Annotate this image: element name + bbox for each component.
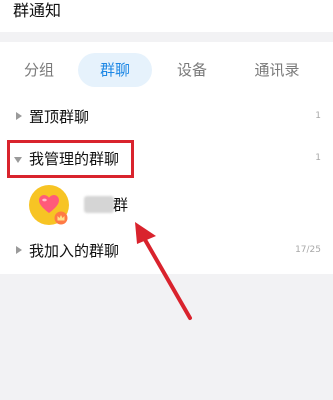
group-name-suffix: 群 bbox=[113, 196, 129, 214]
section-label: 置顶群聊 bbox=[29, 108, 90, 126]
tab-groups[interactable]: 分组 bbox=[13, 53, 65, 87]
tab-bar: 分组 群聊 设备 通讯录 bbox=[0, 53, 333, 87]
group-chat-item[interactable]: 群 bbox=[0, 185, 333, 231]
group-notification-label: 群通知 bbox=[13, 1, 62, 20]
section-count: 1 bbox=[315, 111, 321, 121]
group-notification-row[interactable]: 群通知 bbox=[0, 0, 333, 32]
page: 群通知 分组 群聊 设备 通讯录 置顶群聊 1 我管理的群聊 1 群 我加入的群… bbox=[0, 0, 333, 400]
section-joined-group-chats[interactable]: 我加入的群聊 17/25 bbox=[0, 236, 333, 266]
admin-badge-icon bbox=[54, 211, 68, 225]
section-count: 1 bbox=[315, 153, 321, 163]
expand-arrow-icon bbox=[16, 246, 22, 254]
annotation-highlight-box bbox=[7, 140, 134, 178]
tab-group-chats[interactable]: 群聊 bbox=[78, 53, 152, 87]
avatar bbox=[29, 185, 69, 225]
section-label: 我加入的群聊 bbox=[29, 242, 120, 260]
section-pinned-group-chats[interactable]: 置顶群聊 1 bbox=[0, 102, 333, 132]
section-count: 17/25 bbox=[295, 245, 321, 255]
tab-devices[interactable]: 设备 bbox=[162, 53, 222, 87]
tab-address-book[interactable]: 通讯录 bbox=[240, 53, 314, 87]
expand-arrow-icon bbox=[16, 112, 22, 120]
blurred-group-name bbox=[84, 196, 114, 213]
